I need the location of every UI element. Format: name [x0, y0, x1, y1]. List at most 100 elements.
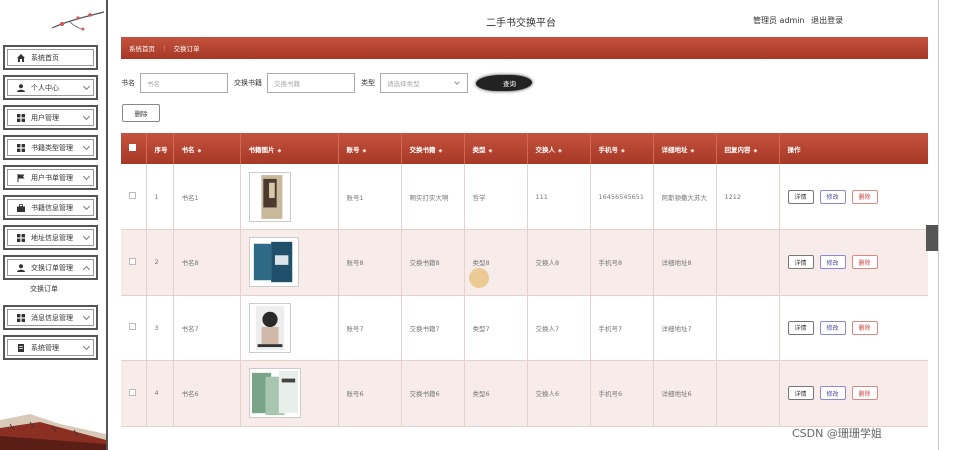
type-select-placeholder: 请选择类型 — [387, 80, 420, 88]
exchange-book-cell: 交换书籍6 — [401, 360, 465, 427]
select-all-checkbox[interactable] — [129, 144, 136, 151]
grid-icon — [17, 313, 25, 322]
breadcrumb-current: 交换订单 — [173, 45, 200, 53]
edit-button[interactable]: 修改 — [819, 386, 846, 401]
logout-link[interactable]: 退出登录 — [811, 16, 843, 25]
sidebar-item-book-type-management[interactable]: 书籍类型管理 — [3, 135, 98, 160]
column-header[interactable]: 交换人 ◆ — [527, 133, 591, 164]
sidebar-item-home[interactable]: 系统首页 — [3, 45, 98, 70]
column-header[interactable]: 交换书籍 ◆ — [401, 133, 465, 164]
row-number: 2 — [146, 229, 174, 296]
sidebar-item-book-info-management[interactable]: 书籍信息管理 — [3, 195, 98, 220]
detail-button[interactable]: 详情 — [787, 386, 814, 401]
watermark: CSDN @珊珊学姐 — [792, 427, 882, 440]
row-number: 3 — [146, 295, 174, 361]
edit-button[interactable]: 修改 — [819, 189, 846, 204]
row-select-cell[interactable] — [121, 164, 147, 230]
row-select-cell[interactable] — [121, 360, 147, 427]
site-title: 二手书交换平台 — [486, 18, 556, 29]
query-button-label: 查询 — [502, 80, 516, 88]
column-header[interactable]: 类型 ◆ — [464, 133, 528, 164]
sidebar-subitem-exchange-order[interactable]: 交换订单 — [3, 281, 98, 297]
row-checkbox[interactable] — [129, 192, 136, 199]
column-header[interactable]: 书籍图片 ◆ — [240, 133, 339, 164]
sort-icon[interactable]: ◆ — [621, 148, 625, 154]
column-header[interactable]: 详细地址 ◆ — [653, 133, 717, 164]
select-all-cell[interactable] — [121, 133, 147, 164]
exchange-book-input[interactable]: 交换书籍 — [267, 73, 355, 93]
phone-cell: 手机号8 — [590, 229, 654, 296]
actions-cell: 详情 修改 删除 — [779, 360, 928, 427]
delete-button[interactable]: 删除 — [851, 386, 878, 401]
row-checkbox[interactable] — [129, 257, 136, 265]
sidebar-item-label: 用户管理 — [31, 113, 59, 122]
delete-button[interactable]: 删除 — [851, 189, 878, 204]
sidebar-item-user-management[interactable]: 用户管理 — [3, 105, 98, 130]
sort-icon[interactable]: ◆ — [439, 148, 443, 154]
type-select[interactable]: 请选择类型 — [380, 73, 468, 93]
sidebar-item-user-booklist-management[interactable]: 用户书单管理 — [3, 165, 98, 190]
edit-button[interactable]: 修改 — [819, 320, 846, 335]
account-cell: 账号8 — [338, 229, 402, 296]
detail-button[interactable]: 详情 — [787, 189, 814, 204]
detail-button[interactable]: 详情 — [787, 255, 814, 270]
column-header[interactable]: 回复内容 ◆ — [716, 133, 780, 164]
breadcrumb-separator: ⋮ — [161, 44, 168, 52]
row-checkbox[interactable] — [129, 323, 136, 331]
chevron-down-icon — [82, 142, 91, 151]
breadcrumb-home[interactable]: 系统首页 — [129, 43, 155, 53]
sidebar-item-personal-center[interactable]: 个人中心 — [3, 75, 98, 100]
delete-button[interactable]: 删除 — [851, 255, 878, 270]
sidebar-item-label: 用户书单管理 — [31, 173, 73, 182]
sort-icon[interactable]: ◆ — [198, 148, 202, 154]
actions-cell: 详情 修改 删除 — [779, 164, 928, 230]
sidebar-item-label: 书籍信息管理 — [31, 203, 73, 212]
side-scroll-tab[interactable] — [926, 225, 938, 251]
sidebar-item-message-info-management[interactable]: 消息信息管理 — [3, 305, 98, 330]
row-select-cell[interactable] — [121, 295, 147, 361]
chevron-down-icon — [82, 312, 91, 321]
sidebar-item-label: 系统首页 — [31, 53, 59, 62]
sort-icon[interactable]: ◆ — [691, 148, 695, 154]
sort-icon[interactable]: ◆ — [558, 148, 562, 154]
sidebar-item-system-management[interactable]: 系统管理 — [3, 335, 98, 360]
sort-icon[interactable]: ◆ — [363, 148, 367, 154]
batch-delete-button[interactable]: 删除 — [122, 104, 160, 122]
delete-button[interactable]: 删除 — [851, 320, 878, 335]
exchange-book-cell: 啊实打实大啊 — [401, 164, 465, 230]
column-header[interactable]: 手机号 ◆ — [590, 133, 654, 164]
detail-button[interactable]: 详情 — [787, 320, 814, 335]
address-cell: 阿斯顿撒大苏大 — [653, 164, 717, 230]
reply-cell: 1212 — [716, 164, 780, 230]
column-header-label: 交换人 — [535, 145, 556, 154]
grid-icon — [17, 233, 25, 242]
search-bar: 书名 书名 交换书籍 交换书籍 类型 请选择类型 查询 — [121, 73, 534, 93]
book-image-cell — [240, 295, 339, 361]
row-number: 1 — [146, 164, 174, 230]
column-header[interactable]: 账号 ◆ — [338, 133, 402, 164]
edit-button[interactable]: 修改 — [819, 255, 846, 270]
chevron-down-icon — [82, 342, 91, 351]
sidebar-item-exchange-order-management[interactable]: 交换订单管理 — [3, 255, 98, 280]
address-cell: 详细地址7 — [653, 295, 717, 361]
book-name-input[interactable]: 书名 — [140, 73, 228, 93]
address-cell: 详细地址8 — [653, 229, 717, 296]
sidebar-menu: 系统首页 个人中心 用户管理 书籍类型管理 用户书单管理 书籍信息管理 地址信息… — [3, 45, 98, 365]
grid-icon — [17, 143, 25, 152]
row-select-cell[interactable] — [121, 229, 147, 296]
book-image-cell — [240, 360, 339, 427]
sidebar: 系统首页 个人中心 用户管理 书籍类型管理 用户书单管理 书籍信息管理 地址信息… — [0, 0, 108, 450]
sort-icon[interactable]: ◆ — [489, 148, 493, 154]
user-icon — [17, 263, 25, 272]
sort-icon[interactable]: ◆ — [278, 148, 282, 154]
plum-blossom-decoration — [51, 11, 105, 31]
chevron-down-icon — [454, 79, 460, 85]
query-button[interactable]: 查询 — [474, 75, 534, 91]
sidebar-item-address-info-management[interactable]: 地址信息管理 — [3, 225, 98, 250]
window-edge — [938, 0, 939, 450]
row-checkbox[interactable] — [129, 388, 136, 396]
column-header-label: 回复内容 — [724, 145, 751, 154]
column-header[interactable]: 书名 ◆ — [173, 133, 241, 164]
sidebar-item-label: 地址信息管理 — [31, 233, 73, 242]
sort-icon[interactable]: ◆ — [754, 148, 758, 154]
